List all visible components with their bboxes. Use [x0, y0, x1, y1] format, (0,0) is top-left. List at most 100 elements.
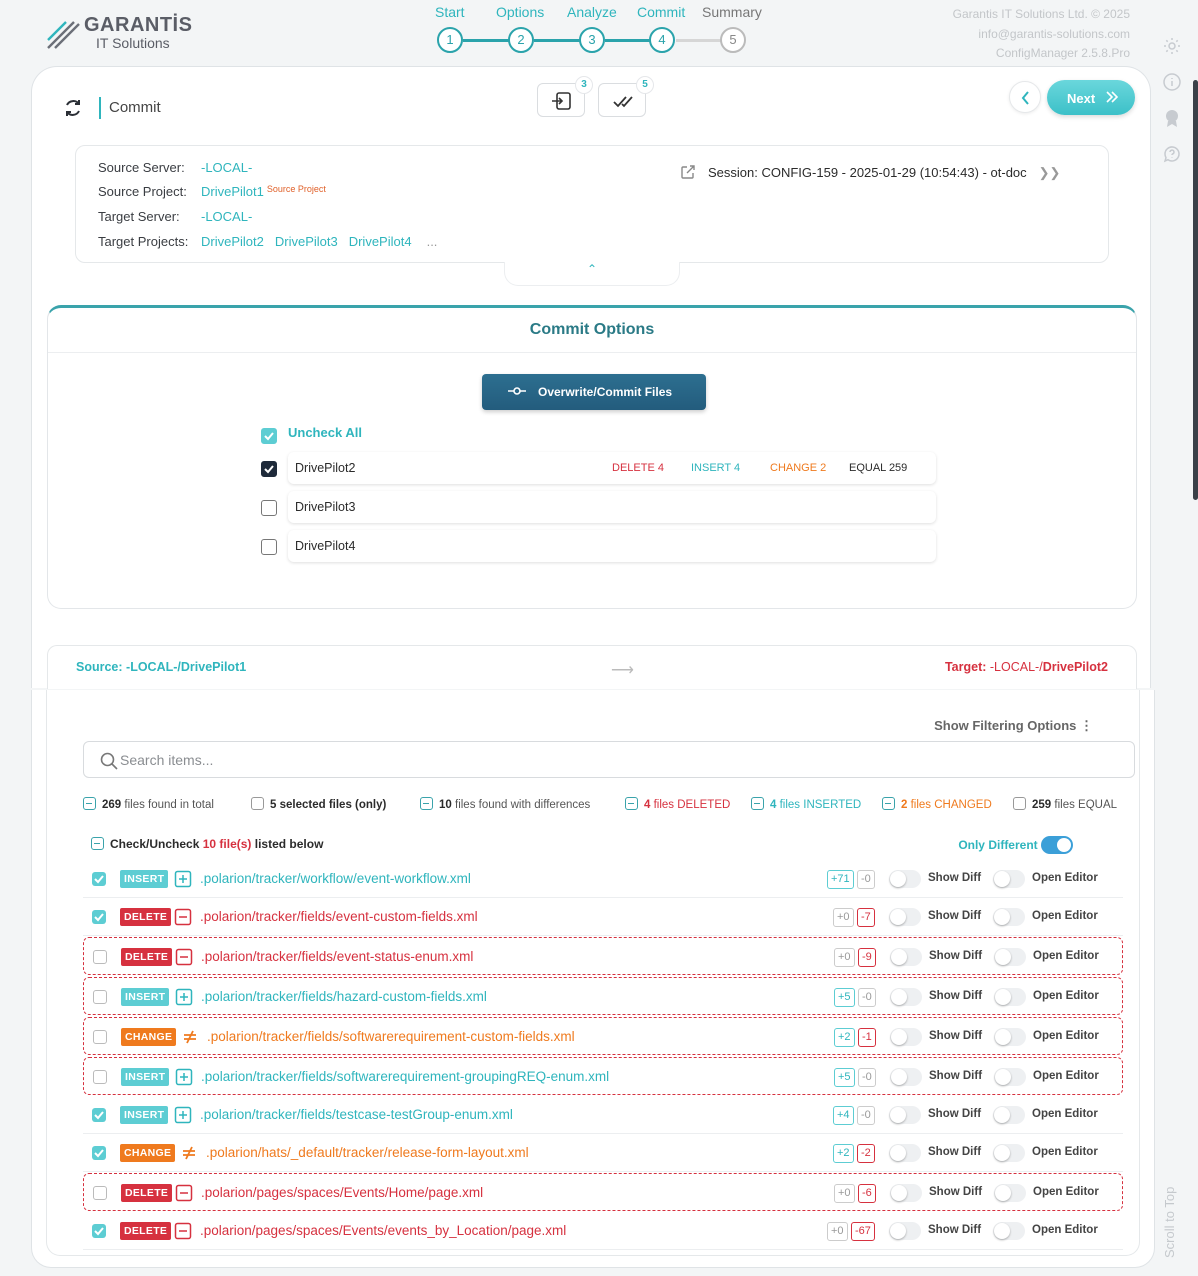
next-button[interactable]: Next — [1047, 80, 1135, 115]
only-different-toggle[interactable]: Only Different — [958, 836, 1073, 854]
stat-changed[interactable]: 2 files CHANGED — [882, 797, 992, 811]
show-diff-label[interactable]: Show Diff — [928, 1146, 981, 1158]
open-editor-toggle[interactable] — [994, 1028, 1026, 1046]
open-editor-toggle[interactable] — [994, 948, 1026, 966]
file-row[interactable]: DELETE .polarion/pages/spaces/Events/Home… — [83, 1173, 1123, 1211]
file-path[interactable]: .polarion/pages/spaces/Events/events_by_… — [200, 1223, 566, 1238]
stat-deleted[interactable]: 4 files DELETED — [625, 797, 730, 811]
file-row[interactable]: DELETE .polarion/tracker/fields/event-sta… — [83, 937, 1123, 975]
target-project-link[interactable]: DrivePilot3 — [275, 234, 338, 249]
file-row[interactable]: INSERT .polarion/tracker/fields/testcase-… — [83, 1096, 1123, 1134]
open-editor-label[interactable]: Open Editor — [1033, 1186, 1099, 1198]
show-diff-toggle[interactable] — [889, 1106, 921, 1124]
open-editor-label[interactable]: Open Editor — [1033, 1030, 1099, 1042]
import-button[interactable]: 3 — [537, 76, 593, 117]
show-diff-toggle[interactable] — [890, 1028, 922, 1046]
uncheck-all-label[interactable]: Uncheck All — [288, 425, 362, 440]
file-checkbox[interactable] — [93, 1186, 107, 1200]
file-path[interactable]: .polarion/tracker/fields/softwarerequire… — [201, 1069, 609, 1084]
stat-equal[interactable]: 259 files EQUAL — [1013, 797, 1117, 811]
show-diff-label[interactable]: Show Diff — [928, 1224, 981, 1236]
target-checkbox-drivepilot3[interactable] — [261, 500, 277, 516]
show-diff-label[interactable]: Show Diff — [929, 1070, 982, 1082]
file-checkbox[interactable] — [92, 1146, 106, 1160]
open-editor-toggle[interactable] — [993, 908, 1025, 926]
stat-differences[interactable]: 10 files found with differences — [420, 797, 590, 811]
file-checkbox[interactable] — [93, 1030, 107, 1044]
scroll-to-top[interactable]: Scroll to Top — [1160, 1180, 1180, 1270]
step-label-commit[interactable]: Commit — [637, 4, 685, 20]
show-diff-toggle[interactable] — [889, 870, 921, 888]
file-row[interactable]: INSERT .polarion/tracker/fields/softwarer… — [83, 1057, 1123, 1095]
open-editor-label[interactable]: Open Editor — [1032, 1146, 1098, 1158]
show-diff-toggle[interactable] — [889, 1222, 921, 1240]
show-diff-toggle[interactable] — [890, 1068, 922, 1086]
target-checkbox-drivepilot4[interactable] — [261, 539, 277, 555]
open-editor-toggle[interactable] — [994, 1184, 1026, 1202]
show-diff-label[interactable]: Show Diff — [929, 1030, 982, 1042]
double-chevron-right-icon[interactable]: ❯❯ — [1039, 165, 1061, 180]
file-path[interactable]: .polarion/tracker/fields/event-status-en… — [201, 949, 473, 964]
external-link-icon[interactable] — [680, 164, 696, 180]
target-row-drivepilot3[interactable]: DrivePilot3 — [288, 491, 936, 523]
file-checkbox[interactable] — [92, 1108, 106, 1122]
file-path[interactable]: .polarion/tracker/fields/event-custom-fi… — [200, 909, 478, 924]
open-editor-toggle[interactable] — [993, 1106, 1025, 1124]
show-diff-toggle[interactable] — [890, 988, 922, 1006]
info-icon[interactable] — [1162, 72, 1182, 92]
search-input[interactable] — [120, 749, 1100, 771]
target-projects-more[interactable]: ... — [427, 234, 438, 249]
file-path[interactable]: .polarion/tracker/fields/testcase-testGr… — [200, 1107, 513, 1122]
company-email[interactable]: info@garantis-solutions.com — [953, 25, 1130, 45]
open-editor-toggle[interactable] — [994, 1068, 1026, 1086]
file-path[interactable]: .polarion/pages/spaces/Events/Home/page.… — [201, 1185, 483, 1200]
check-all-row[interactable]: Check/Uncheck 10 file(s) listed below — [91, 837, 323, 851]
open-editor-label[interactable]: Open Editor — [1033, 990, 1099, 1002]
collapse-toggle[interactable]: ⌃ — [504, 262, 680, 286]
step-circle-5[interactable]: 5 — [720, 27, 746, 53]
open-editor-label[interactable]: Open Editor — [1032, 872, 1098, 884]
open-editor-label[interactable]: Open Editor — [1033, 950, 1099, 962]
source-project-value[interactable]: DrivePilot1 — [201, 184, 264, 199]
file-checkbox[interactable] — [92, 910, 106, 924]
show-diff-toggle[interactable] — [890, 1184, 922, 1202]
toggle-switch[interactable] — [1041, 836, 1073, 854]
file-row[interactable]: CHANGE .polarion/tracker/fields/softwarer… — [83, 1017, 1123, 1055]
open-editor-toggle[interactable] — [993, 870, 1025, 888]
show-diff-label[interactable]: Show Diff — [928, 910, 981, 922]
garantis-logo[interactable]: GARANTİS IT Solutions — [46, 14, 192, 54]
target-checkbox-drivepilot2[interactable] — [261, 461, 277, 477]
open-editor-toggle[interactable] — [993, 1222, 1025, 1240]
file-checkbox[interactable] — [92, 1224, 106, 1238]
show-diff-label[interactable]: Show Diff — [928, 1108, 981, 1120]
show-filtering-options[interactable]: Show Filtering Options ⋮ — [934, 718, 1093, 734]
file-row[interactable]: DELETE .polarion/pages/spaces/Events/even… — [83, 1212, 1123, 1250]
file-checkbox[interactable] — [92, 872, 106, 886]
step-circle-3[interactable]: 3 — [579, 27, 605, 53]
target-project-link[interactable]: DrivePilot2 — [201, 234, 264, 249]
double-check-button[interactable]: 5 — [598, 76, 654, 117]
minus-box-icon[interactable] — [91, 837, 104, 850]
target-project-link[interactable]: DrivePilot4 — [349, 234, 412, 249]
file-path[interactable]: .polarion/tracker/fields/hazard-custom-f… — [201, 989, 487, 1004]
open-editor-label[interactable]: Open Editor — [1032, 1108, 1098, 1120]
help-chat-icon[interactable] — [1162, 144, 1182, 164]
file-row[interactable]: INSERT .polarion/tracker/fields/hazard-cu… — [83, 977, 1123, 1015]
file-checkbox[interactable] — [93, 950, 107, 964]
open-editor-label[interactable]: Open Editor — [1032, 1224, 1098, 1236]
file-path[interactable]: .polarion/tracker/fields/softwarerequire… — [207, 1029, 575, 1044]
stat-total[interactable]: 269 files found in total — [83, 797, 214, 811]
page-scrollbar[interactable] — [1193, 80, 1198, 500]
file-row[interactable]: CHANGE .polarion/hats/_default/tracker/re… — [83, 1134, 1123, 1172]
step-circle-2[interactable]: 2 — [508, 27, 534, 53]
file-row[interactable]: INSERT .polarion/tracker/workflow/event-w… — [83, 860, 1123, 898]
target-row-drivepilot2[interactable]: DrivePilot2 DELETE 4 INSERT 4 CHANGE 2 E… — [288, 452, 936, 484]
stat-inserted[interactable]: 4 files INSERTED — [751, 797, 861, 811]
show-diff-toggle[interactable] — [890, 948, 922, 966]
step-circle-4[interactable]: 4 — [649, 27, 675, 53]
overwrite-commit-button[interactable]: Overwrite/Commit Files — [482, 374, 706, 410]
award-icon[interactable] — [1162, 108, 1182, 128]
open-editor-label[interactable]: Open Editor — [1033, 1070, 1099, 1082]
file-path[interactable]: .polarion/tracker/workflow/event-workflo… — [200, 871, 471, 886]
show-diff-toggle[interactable] — [889, 1144, 921, 1162]
